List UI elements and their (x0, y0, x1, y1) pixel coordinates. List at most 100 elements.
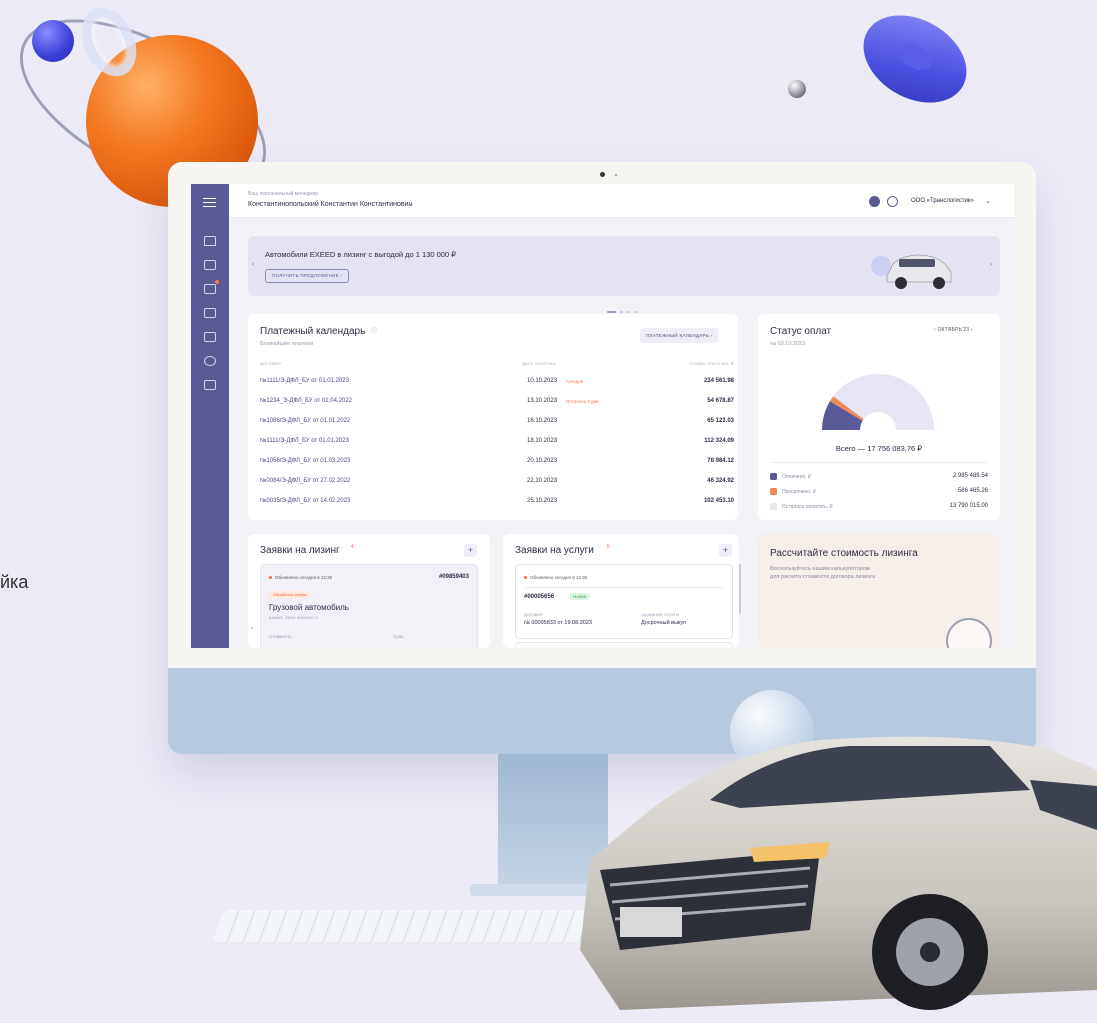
document-icon[interactable] (204, 308, 216, 318)
car-image (580, 736, 1097, 1010)
contract-link[interactable]: №0084/Э-ДФЛ_БУ от 27.02.2022 (260, 478, 350, 484)
table-row[interactable]: №1111/Э-ДФЛ_БУ от 01.01.2023 10.10.2023 Се… (260, 372, 734, 392)
home-icon[interactable] (204, 236, 216, 246)
payment-sum: 102 453.10 (703, 498, 734, 504)
chevron-down-icon[interactable]: ⌄ (407, 200, 413, 208)
service-requests-card: Заявки на услуги 5 + Обновлено сегодня в… (503, 534, 741, 648)
payment-calendar-button[interactable]: ПЛАТЕЖНЫЙ КАЛЕНДАРЬ › (640, 328, 719, 343)
table-row[interactable]: №1056/Э-ДФЛ_БУ от 01.03.2023 20.10.2023 78… (260, 452, 734, 472)
banner-next-icon[interactable]: › (990, 262, 992, 268)
term-label: Срок (393, 634, 404, 639)
leasing-updated-row: Обновлено сегодня в 12:30 (269, 575, 332, 580)
add-leasing-request-button[interactable]: + (464, 544, 477, 557)
divider (770, 462, 988, 463)
table-row[interactable]: №0035/Э-ДФЛ_БУ от 14.02.2023 25.10.2023 10… (260, 492, 734, 512)
leasing-requests-count: 4 (351, 544, 354, 550)
promo-banner: ‹ Автомобили EXEED в лизинг с выгодой до… (248, 236, 1000, 296)
leasing-updated: Обновлено сегодня в 12:30 (275, 575, 333, 580)
service-requests-count: 5 (607, 544, 610, 550)
calculator-text-1: Воспользуйтесь нашим калькулятором (770, 566, 870, 572)
payment-date: 25.10.2023 (527, 498, 558, 504)
contract-link[interactable]: №1056/Э-ДФЛ_БУ от 01.03.2023 (260, 458, 350, 464)
legend-value: 13 790 015.00 (949, 503, 988, 509)
sidebar (191, 184, 229, 648)
payment-date: 18.10.2023 (527, 438, 558, 444)
mail-icon[interactable] (869, 196, 880, 207)
chevron-left-icon[interactable]: ‹ (251, 626, 253, 632)
payment-status-card: Статус оплат на 03.10.2023 ‹ ОКТЯБРЬ'23 … (758, 314, 1000, 520)
sensor-icon (615, 174, 617, 176)
metal-ball-decoration (788, 80, 806, 98)
leasing-requests-card: Заявки на лизинг 4 + ‹ Обновлено сегодня… (248, 534, 490, 648)
payment-sum: 112 324.09 (704, 438, 734, 444)
period-label: ОКТЯБРЬ'23 (937, 327, 970, 333)
leasing-request-item[interactable]: Обновлено сегодня в 12:30 #09859403 Обра… (260, 564, 478, 648)
contract-link[interactable]: №1086/Э-ДФЛ_БУ от 01.01.2022 (260, 418, 350, 424)
payment-note: Осталось 3 дня (566, 399, 599, 404)
support-icon[interactable] (887, 196, 898, 207)
service-updated: Обновлено сегодня в 12:30 (530, 575, 588, 580)
calendar-icon[interactable] (204, 260, 216, 270)
column-sum: СУММА ПЛАТЕЖА, ₽ (689, 361, 734, 366)
get-offer-button[interactable]: ПОЛУЧИТЬ ПРЕДЛОЖЕНИЕ › (265, 269, 350, 283)
camera-icon (600, 172, 605, 177)
get-offer-label: ПОЛУЧИТЬ ПРЕДЛОЖЕНИЕ (272, 273, 339, 278)
legend-label: Осталось оплатить, ₽ (782, 504, 833, 510)
lease-calculator-card[interactable]: Рассчитайте стоимость лизинга Воспользуй… (758, 534, 1000, 648)
table-row[interactable]: №1086/Э-ДФЛ_БУ от 01.01.2022 16.10.2023 65… (260, 412, 734, 432)
cost-label: Стоимость (269, 634, 292, 639)
service-updated-row: Обновлено сегодня в 12:30 (524, 575, 587, 580)
payment-calendar-button-label: ПЛАТЕЖНЫЙ КАЛЕНДАРЬ (646, 333, 710, 338)
file-icon[interactable] (204, 380, 216, 390)
blue-sphere-decoration (32, 20, 74, 62)
legend-label: Просрочено, ₽ (782, 489, 816, 495)
contract-link[interactable]: №1234_Э-ДФЛ_БУ от 01.04.2022 (260, 398, 352, 404)
table-row[interactable]: №1234_Э-ДФЛ_БУ от 01.04.2022 13.10.2023 Ос… (260, 392, 734, 412)
chevron-down-icon[interactable]: ⌄ (985, 197, 991, 205)
payment-calendar-title: Платежный календарь (260, 326, 366, 337)
payment-calendar-card: Платежный календарь ⓘ Ближайшие платежи … (248, 314, 738, 520)
payment-date: 13.10.2023 (527, 398, 558, 404)
period-selector[interactable]: ‹ ОКТЯБРЬ'23 › (934, 327, 973, 333)
banner-prev-icon[interactable]: ‹ (252, 262, 254, 268)
legend-swatch (770, 503, 777, 510)
legend-item: Осталось оплатить, ₽ 13 790 015.00 (770, 500, 988, 514)
service-requests-title: Заявки на услуги (515, 545, 594, 556)
scrollbar[interactable] (739, 564, 741, 614)
status-dot (269, 576, 272, 580)
leasing-requests-title: Заявки на лизинг (260, 545, 340, 556)
leasing-request-model: КАМАЗ, 43081 КОМПАС-9 (269, 615, 318, 620)
service-status-badge: Новая (569, 593, 591, 600)
column-contract: ДОГОВОР (260, 361, 282, 366)
layers-icon[interactable] (204, 356, 216, 366)
service-request-item[interactable] (515, 642, 733, 648)
table-row[interactable]: №1111/Э-ДФЛ_БУ от 01.01.2023 18.10.2023 11… (260, 432, 734, 452)
schedule-icon[interactable] (204, 332, 216, 342)
add-service-request-button[interactable]: + (719, 544, 732, 557)
company-selector[interactable]: ООО «Транслогистик» (911, 198, 974, 204)
payment-sum: 65 123.03 (707, 418, 734, 424)
legend-label: Оплачено, ₽ (782, 474, 812, 480)
flag-icon[interactable] (204, 284, 216, 294)
legend-swatch (770, 488, 777, 495)
payment-status-chart (822, 374, 934, 430)
legend-item: Оплачено, ₽ 2 985 489.54 (770, 470, 988, 484)
manager-name[interactable]: Константинопольский Константин Константи… (248, 201, 412, 208)
calculator-title: Рассчитайте стоимость лизинга (770, 548, 918, 559)
leasing-status-badge: Обработка заявки (269, 591, 311, 598)
app-screen: Ваш персональный менеджер Константинопол… (191, 184, 1014, 648)
contract-link[interactable]: №0035/Э-ДФЛ_БУ от 14.02.2023 (260, 498, 350, 504)
service-request-item[interactable]: Обновлено сегодня в 12:30 #00005656 Нова… (515, 564, 733, 639)
contract-link[interactable]: №1111/Э-ДФЛ_БУ от 01.01.2023 (260, 438, 349, 444)
payment-date: 10.10.2023 (527, 378, 558, 384)
menu-icon[interactable] (203, 198, 216, 207)
blue-disc-decoration (847, 0, 983, 121)
cropped-side-text: йка (0, 572, 29, 592)
info-icon[interactable]: ⓘ (371, 326, 377, 335)
leasing-request-name: Грузовой автомобиль (269, 603, 349, 612)
payment-sum: 54 678.87 (707, 398, 734, 404)
column-date: ДАТА ПЛАТЕЖА (522, 361, 557, 366)
legend-value: 586 465.26 (957, 488, 988, 494)
table-row[interactable]: №0084/Э-ДФЛ_БУ от 27.02.2022 22.10.2023 46… (260, 472, 734, 492)
contract-link[interactable]: №1111/Э-ДФЛ_БУ от 01.01.2023 (260, 378, 349, 384)
